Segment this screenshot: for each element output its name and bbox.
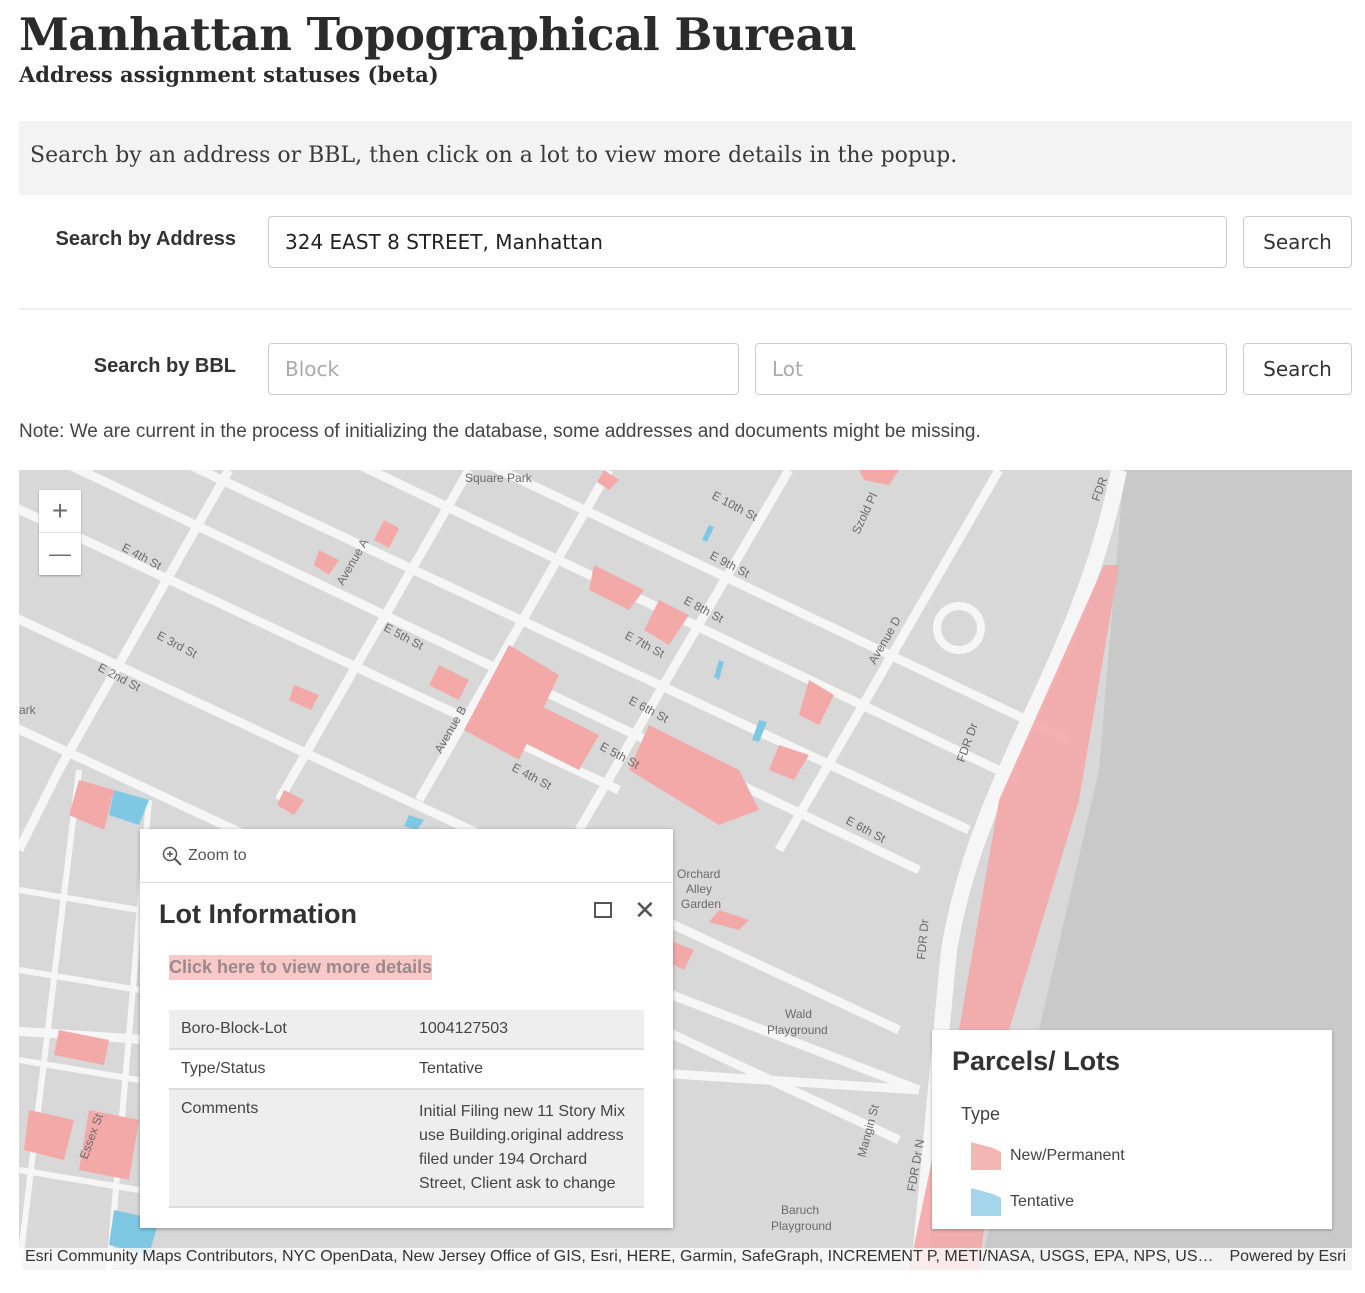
intro-text: Search by an address or BBL, then click … (19, 121, 1352, 195)
powered-by-esri[interactable]: Powered by Esri (1230, 1248, 1347, 1270)
label-park: ark (19, 703, 37, 717)
zoom-out-button[interactable]: — (39, 533, 81, 575)
page-subtitle: Address assignment statuses (beta) (19, 62, 439, 87)
address-input[interactable] (268, 216, 1227, 268)
popup-title: Lot Information (159, 899, 357, 929)
attr-value: Tentative (407, 1049, 644, 1090)
close-icon[interactable]: ✕ (634, 895, 656, 926)
label-wald: Wald (785, 1007, 812, 1021)
dock-icon[interactable] (594, 902, 612, 918)
zoom-to-label: Zoom to (188, 846, 247, 864)
zoom-to-icon (162, 846, 182, 866)
legend-item: Tentative (971, 1188, 1074, 1216)
lot-attributes-table: Boro-Block-Lot 1004127503 Type/Status Te… (169, 1010, 644, 1208)
view-details-link[interactable]: Click here to view more details (169, 955, 433, 980)
attr-key: Boro-Block-Lot (169, 1010, 407, 1050)
attr-value-comments: Initial Filing new 11 Story Mix use Buil… (419, 1103, 625, 1192)
divider (19, 308, 1352, 310)
label-garden: Garden (681, 897, 721, 911)
label-baruch-playground: Playground (771, 1219, 832, 1233)
legend-item: New/Permanent (971, 1142, 1125, 1170)
legend-item-label: New/Permanent (1010, 1147, 1125, 1164)
address-search-button[interactable]: Search (1243, 216, 1352, 268)
table-row: Type/Status Tentative (169, 1049, 644, 1090)
attr-key: Comments (169, 1089, 407, 1208)
attr-key: Type/Status (169, 1049, 407, 1090)
address-search-label: Search by Address (55, 228, 236, 250)
page-title: Manhattan Topographical Bureau (19, 8, 857, 61)
lot-input[interactable] (755, 343, 1227, 395)
new-permanent-swatch (971, 1142, 1001, 1170)
attr-value: 1004127503 (407, 1010, 644, 1050)
lot-info-popup: Zoom to Lot Information ✕ Click here to … (140, 829, 673, 1228)
tentative-swatch (971, 1188, 1001, 1216)
legend-item-label: Tentative (1010, 1193, 1075, 1210)
block-input[interactable] (268, 343, 739, 395)
label-orchard: Orchard (677, 867, 720, 881)
legend-panel: Parcels/ Lots Type New/Permanent Tentati… (932, 1030, 1332, 1229)
bbl-search-label: Search by BBL (93, 355, 236, 377)
zoom-in-button[interactable]: + (39, 490, 81, 533)
bbl-search-button[interactable]: Search (1243, 343, 1352, 395)
legend-title: Parcels/ Lots (952, 1046, 1121, 1076)
table-row: Comments Initial Filing new 11 Story Mix… (169, 1089, 644, 1208)
zoom-to-button[interactable]: Zoom to (140, 829, 673, 883)
database-note: Note: We are current in the process of i… (19, 421, 981, 442)
table-row: Boro-Block-Lot 1004127503 (169, 1010, 644, 1050)
label-wald-playground: Playground (767, 1023, 828, 1037)
zoom-control: + — (39, 490, 81, 575)
legend-type-label: Type (961, 1104, 1001, 1124)
label-square-park: Square Park (465, 471, 533, 485)
label-baruch: Baruch (781, 1203, 819, 1217)
label-alley: Alley (686, 882, 712, 896)
attribution-text[interactable]: Esri Community Maps Contributors, NYC Op… (25, 1248, 1215, 1270)
map-view[interactable]: Square Park E 10th St E 9th St E 8th St … (19, 470, 1352, 1270)
attribution-bar: Esri Community Maps Contributors, NYC Op… (19, 1248, 1352, 1270)
